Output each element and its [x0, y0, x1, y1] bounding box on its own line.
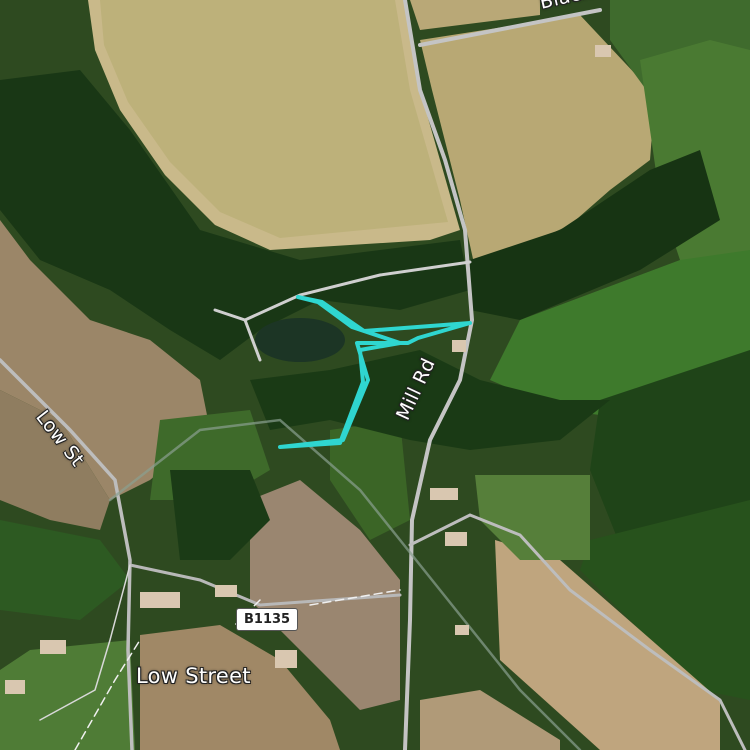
place-label-low-street: Low Street	[136, 664, 251, 688]
map-view[interactable]: Black Mill Rd Low St Low Street B1135	[0, 0, 750, 750]
pond	[255, 318, 345, 362]
satellite-imagery	[0, 0, 750, 750]
road-shield-b1135: B1135	[236, 608, 299, 631]
